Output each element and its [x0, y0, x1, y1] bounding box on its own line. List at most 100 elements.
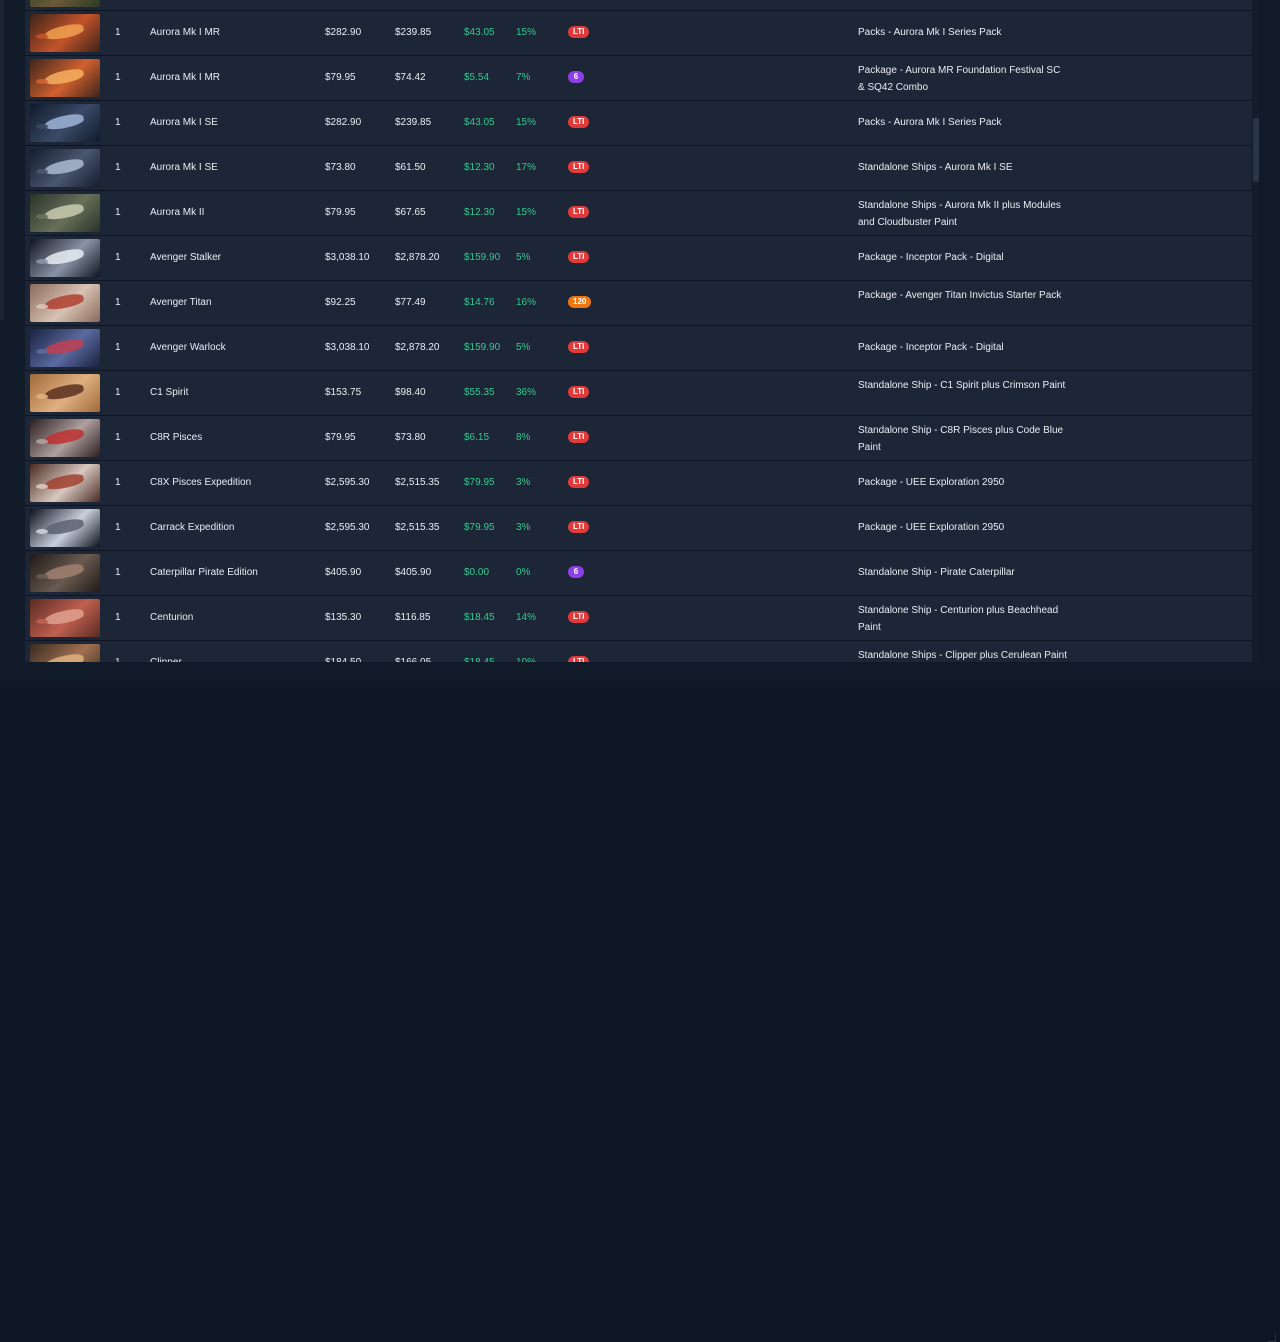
- savings-percent-cell: 14%: [516, 612, 537, 623]
- insurance-badge: LTI: [568, 206, 590, 218]
- original-price-cell: $282.90: [325, 117, 362, 128]
- savings-cell: $55.35: [464, 387, 495, 398]
- table-row[interactable]: 1 Aurora Mk I SE $73.80 $61.50 $12.30 17% LTI S…: [25, 146, 1252, 191]
- scrollbar-thumb[interactable]: [1253, 118, 1259, 182]
- ship-name-cell: Avenger Warlock: [150, 342, 226, 353]
- original-price-cell: $92.25: [325, 297, 356, 308]
- source-package-cell: Standalone Ship - C1 Spirit plus Crimson…: [858, 380, 1066, 391]
- melt-price-cell: $2,515.35: [395, 477, 440, 488]
- original-price-cell: $2,595.30: [325, 477, 370, 488]
- source-package-cell: Standalone Ship - Centurion plus Beachhe…: [858, 605, 1059, 633]
- insurance-cell: LTI: [568, 475, 590, 489]
- melt-price-cell: $239.85: [395, 117, 432, 128]
- insurance-badge: LTI: [568, 116, 590, 128]
- ship-table: 1 Aurora Mk I MR $282.90 $239.85 $43.05 15% LT…: [25, 0, 1252, 662]
- quantity-cell: 1: [115, 522, 121, 533]
- savings-percent-cell: 3%: [516, 522, 531, 533]
- savings-cell: $159.90: [464, 342, 501, 353]
- insurance-cell: LTI: [568, 385, 590, 399]
- quantity-cell: 1: [115, 387, 121, 398]
- ship-thumbnail: [30, 0, 100, 7]
- insurance-cell: LTI: [568, 610, 590, 624]
- savings-percent-cell: 15%: [516, 117, 537, 128]
- vertical-scrollbar[interactable]: [1253, 0, 1259, 662]
- melt-price-cell: $73.80: [395, 432, 426, 443]
- savings-cell: $14.76: [464, 297, 495, 308]
- table-row[interactable]: 1 Aurora Mk II $79.95 $67.65 $12.30 15% LTI Sta…: [25, 191, 1252, 236]
- original-price-cell: $135.30: [325, 612, 362, 623]
- ship-thumbnail: [30, 509, 100, 547]
- savings-cell: $79.95: [464, 522, 495, 533]
- melt-price-cell: $67.65: [395, 207, 426, 218]
- original-price-cell: $3,038.10: [325, 342, 370, 353]
- melt-price-cell: $74.42: [395, 72, 426, 83]
- ship-thumbnail: [30, 554, 100, 592]
- insurance-cell: LTI: [568, 160, 590, 174]
- quantity-cell: 1: [115, 477, 121, 488]
- table-row[interactable]: 1 Aurora Mk I MR $282.90 $239.85 $43.05 15% LT…: [25, 11, 1252, 56]
- ship-thumbnail: [30, 239, 100, 277]
- melt-price-cell: $2,878.20: [395, 342, 440, 353]
- original-price-cell: $73.80: [325, 162, 356, 173]
- insurance-badge: 120: [568, 296, 592, 308]
- savings-percent-cell: 0%: [516, 567, 531, 578]
- ship-thumbnail: [30, 374, 100, 412]
- savings-cell: $43.05: [464, 27, 495, 38]
- ship-thumbnail: [30, 464, 100, 502]
- table-row[interactable]: 1 Aurora Mk I SE $282.90 $239.85 $43.05 15% LT…: [25, 101, 1252, 146]
- insurance-cell: 120: [568, 295, 592, 309]
- insurance-badge: LTI: [568, 521, 590, 533]
- source-package-cell: Package - UEE Exploration 2950: [858, 477, 1005, 488]
- table-row[interactable]: 1 C8X Pisces Expedition $2,595.30 $2,515.35…: [25, 461, 1252, 506]
- quantity-cell: 1: [115, 432, 121, 443]
- ship-name-cell: Aurora Mk I SE: [150, 162, 218, 173]
- source-package-cell: Package - UEE Exploration 2950: [858, 522, 1005, 533]
- savings-cell: $79.95: [464, 477, 495, 488]
- ship-name-cell: Aurora Mk I MR: [150, 27, 221, 38]
- original-price-cell: $405.90: [325, 567, 362, 578]
- ship-name-cell: C1 Spirit: [150, 387, 189, 398]
- ship-name-cell: C8X Pisces Expedition: [150, 477, 252, 488]
- melt-price-cell: $405.90: [395, 567, 432, 578]
- ship-thumbnail: [30, 284, 100, 322]
- insurance-cell: LTI: [568, 520, 590, 534]
- insurance-cell: LTI: [568, 250, 590, 264]
- table-row[interactable]: 1 Avenger Warlock $3,038.10 $2,878.20 $159.9…: [25, 326, 1252, 371]
- table-row[interactable]: 1Clipper$184.50$166.05$18.4510%LTIStanda…: [25, 641, 1252, 662]
- ship-thumbnail: [30, 419, 100, 457]
- ship-name-cell: Carrack Expedition: [150, 522, 235, 533]
- table-row[interactable]: 1 Aurora Mk I MR $79.95 $74.42 $5.54 7% 6 Packa…: [25, 56, 1252, 101]
- ship-thumbnail: [30, 194, 100, 232]
- table-row[interactable]: 1 Carrack Expedition $2,595.30 $2,515.35 $79…: [25, 506, 1252, 551]
- quantity-cell: 1: [115, 27, 121, 38]
- savings-cell: $12.30: [464, 207, 495, 218]
- quantity-cell: 1: [115, 342, 121, 353]
- insurance-cell: LTI: [568, 340, 590, 354]
- table-row[interactable]: 1 C8R Pisces $79.95 $73.80 $6.15 8% LTI Standal…: [25, 416, 1252, 461]
- savings-cell: $6.15: [464, 432, 490, 443]
- ship-thumbnail: [30, 14, 100, 52]
- insurance-badge: LTI: [568, 251, 590, 263]
- table-row[interactable]: 1 C1 Spirit $153.75 $98.40 $55.35 36% LTI Stand…: [25, 371, 1252, 416]
- table-row[interactable]: [25, 0, 1252, 11]
- quantity-cell: 1: [115, 162, 121, 173]
- insurance-cell: LTI: [568, 430, 590, 444]
- ship-name-cell: Aurora Mk II: [150, 207, 205, 218]
- insurance-cell: LTI: [568, 205, 590, 219]
- original-price-cell: $153.75: [325, 387, 362, 398]
- quantity-cell: 1: [115, 207, 121, 218]
- insurance-cell: 6: [568, 70, 584, 84]
- savings-percent-cell: 17%: [516, 162, 537, 173]
- ship-name-cell: Avenger Titan: [150, 297, 212, 308]
- insurance-badge: 6: [568, 71, 584, 83]
- source-package-cell: Package - Inceptor Pack - Digital: [858, 342, 1004, 353]
- ship-name-cell: Avenger Stalker: [150, 252, 221, 263]
- table-row[interactable]: 1 Avenger Titan $92.25 $77.49 $14.76 16% 120 Pa…: [25, 281, 1252, 326]
- original-price-cell: $3,038.10: [325, 252, 370, 263]
- table-row[interactable]: 1 Centurion $135.30 $116.85 $18.45 14% LTI Stan…: [25, 596, 1252, 641]
- savings-cell: $159.90: [464, 252, 501, 263]
- insurance-badge: LTI: [568, 161, 590, 173]
- table-row[interactable]: 1 Avenger Stalker $3,038.10 $2,878.20 $159.9…: [25, 236, 1252, 281]
- original-price-cell: $79.95: [325, 72, 356, 83]
- table-row[interactable]: 1 Caterpillar Pirate Edition $405.90 $405.9…: [25, 551, 1252, 596]
